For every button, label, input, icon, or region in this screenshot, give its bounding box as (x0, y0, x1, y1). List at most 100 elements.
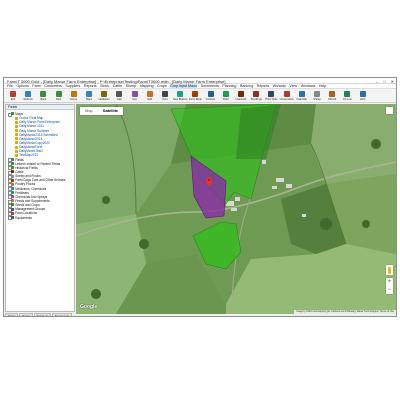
bottom-tab-setup[interactable]: Setup (19, 313, 33, 316)
toolbar-button-sheep[interactable]: Sheep (311, 90, 323, 102)
minimize-button[interactable]: – (376, 79, 378, 84)
menu-item-cattle[interactable]: Cattle (113, 84, 122, 88)
toolbar-button-hardware[interactable]: Hardware (98, 90, 110, 102)
book-icon (192, 90, 199, 97)
toolbar-button-next[interactable]: Next (53, 90, 65, 102)
menu-item-customers[interactable]: Customers (44, 84, 61, 88)
toolbar-button-label: Sheep (313, 97, 321, 101)
tree-node-icon (15, 133, 19, 137)
tree-item-equipments[interactable]: Equipments (8, 216, 73, 221)
toolbar-button-stockings[interactable]: Stockings (250, 90, 262, 102)
sidebar-tree-panel: Fields Maps Guess Field Map Daily Manor Fa… (5, 104, 75, 312)
toolbar-button-exit[interactable]: Exit (7, 90, 19, 102)
menu-item-suppliers[interactable]: Suppliers (65, 84, 80, 88)
google-logo: Google (80, 304, 98, 310)
ticks-icon (268, 90, 275, 97)
menu-item-documents[interactable]: Documents (201, 84, 219, 88)
exit-icon (10, 90, 16, 97)
toolbar-button-calendar[interactable]: Calendar (296, 90, 308, 102)
tree-node-icon (11, 191, 15, 195)
toolbar-button-label: Crosses (205, 97, 216, 101)
menu-item-stock[interactable]: Stock (100, 84, 109, 88)
toolbar-button-label: Home (70, 97, 78, 101)
map-icon (86, 90, 92, 97)
toolbar-button-label: On Line (342, 97, 352, 101)
menu-item-crop-input-manu[interactable]: Crop Input Manu (170, 84, 198, 88)
toolbar-button-wizard[interactable]: Wizard (326, 90, 338, 102)
pegman-figure-icon (388, 266, 391, 274)
bottom-tab-ticket[interactable]: Ticket (5, 313, 19, 316)
maximize-button[interactable]: □ (383, 79, 385, 84)
toolbar-button-print[interactable]: Print (159, 90, 171, 102)
toolbar-button-crossmatch[interactable]: Crossmatch (280, 90, 294, 102)
menu-item-mapping[interactable]: Mapping (140, 84, 154, 88)
bottom-tab-documents[interactable]: Documents (51, 313, 73, 316)
toolbar-button-label: Help (359, 97, 366, 101)
map-attribution[interactable]: Imagery ©2021 Getmapping plc, Infoterra … (294, 310, 396, 314)
toolbar-button-refresh[interactable]: Refresh (22, 90, 34, 102)
close-button[interactable]: ✕ (391, 79, 394, 84)
map-tab-map[interactable]: Map (80, 107, 98, 115)
satellite-map[interactable]: Map Satellite + − Google Imagery ©2021 G… (76, 104, 396, 314)
toolbar-button-label: New Buttons (172, 97, 188, 101)
menu-item-help[interactable]: Help (319, 84, 326, 88)
window-title: FarmIT 3000 Gold - [Daily Manor Farm Ent… (7, 78, 226, 84)
toolbar-button-new-buttons[interactable]: New Buttons (172, 90, 188, 102)
menu-item-windows[interactable]: Windows (301, 84, 316, 88)
home-icon (70, 90, 77, 97)
tree-node-icon (15, 145, 19, 149)
tree-node-icon (11, 112, 15, 116)
menu-item-farm[interactable]: Farm (32, 84, 40, 88)
fullscreen-icon[interactable] (386, 107, 393, 114)
menu-item-wizards[interactable]: Wizards (273, 84, 286, 88)
sidebar-header: Fields (6, 105, 74, 110)
menu-item-options[interactable]: Options (16, 84, 28, 88)
toolbar-button-calc[interactable]: Calc (113, 90, 125, 102)
toolbar-button-label: Calc (116, 97, 122, 101)
menu-item-reports[interactable]: Reports (84, 84, 97, 88)
menu-item-view[interactable]: View (289, 84, 297, 88)
map-imagery[interactable] (76, 104, 396, 314)
toolbar-button-sort[interactable]: Sort (129, 90, 141, 102)
toolbar-button-label: Hardware (98, 97, 110, 101)
navigation-tree: Maps Guess Field Map Daily Manor Farm Ente… (8, 112, 73, 221)
window-controls: – □ ✕ (376, 79, 394, 84)
toolbar-button-field[interactable]: Field (220, 90, 232, 102)
tree-node-icon (11, 178, 15, 182)
tree-node-icon (11, 186, 15, 190)
menu-item-sheep[interactable]: Sheep (126, 84, 136, 88)
tree-node-icon (11, 162, 15, 166)
toolbar-button-on-line[interactable]: On Line (341, 90, 353, 102)
toolbar-button-farm-book[interactable]: Farm Book (189, 90, 202, 102)
help-icon (359, 90, 366, 97)
menu-item-planning[interactable]: Planning (222, 84, 236, 88)
hardware-icon (101, 90, 108, 97)
bottom-tab-field-list[interactable]: Field List (33, 313, 51, 316)
toolbar-button-livestock[interactable]: Livestock (235, 90, 247, 102)
toolbar-button-print-ticks[interactable]: Print Ticks (265, 90, 277, 102)
toolbar-button-help[interactable]: Help (357, 90, 369, 102)
crossmatch-icon (283, 90, 290, 97)
toolbar-button-back[interactable]: Back (37, 90, 49, 102)
menu-item-banking[interactable]: Banking (240, 84, 253, 88)
menu-item-file[interactable]: File (7, 84, 13, 88)
zoom-in-button[interactable]: + (386, 278, 393, 286)
toolbar-button-home[interactable]: Home (68, 90, 80, 102)
menu-item-crops[interactable]: Crops (157, 84, 167, 88)
calendar-icon (298, 90, 305, 97)
toolbar: Exit Refresh Back Next Home Maps Hardware Calc S… (4, 89, 396, 103)
map-tab-satellite[interactable]: Satellite (98, 107, 123, 115)
menu-item-reports[interactable]: Reports (257, 84, 270, 88)
pegman-icon[interactable] (386, 265, 393, 275)
zoom-out-button[interactable]: − (386, 286, 393, 294)
stockings-icon (253, 90, 260, 97)
tree-node-icon (15, 153, 19, 157)
sidebar-header-label: Fields (8, 105, 18, 109)
toolbar-button-edit[interactable]: Edit (144, 90, 156, 102)
toolbar-button-label: Exit (10, 97, 16, 101)
toolbar-button-crosses[interactable]: Crosses (205, 90, 217, 102)
buttons-icon (177, 90, 184, 97)
next-icon (55, 90, 62, 97)
toolbar-button-maps[interactable]: Maps (83, 90, 95, 102)
field-icon (222, 90, 229, 97)
